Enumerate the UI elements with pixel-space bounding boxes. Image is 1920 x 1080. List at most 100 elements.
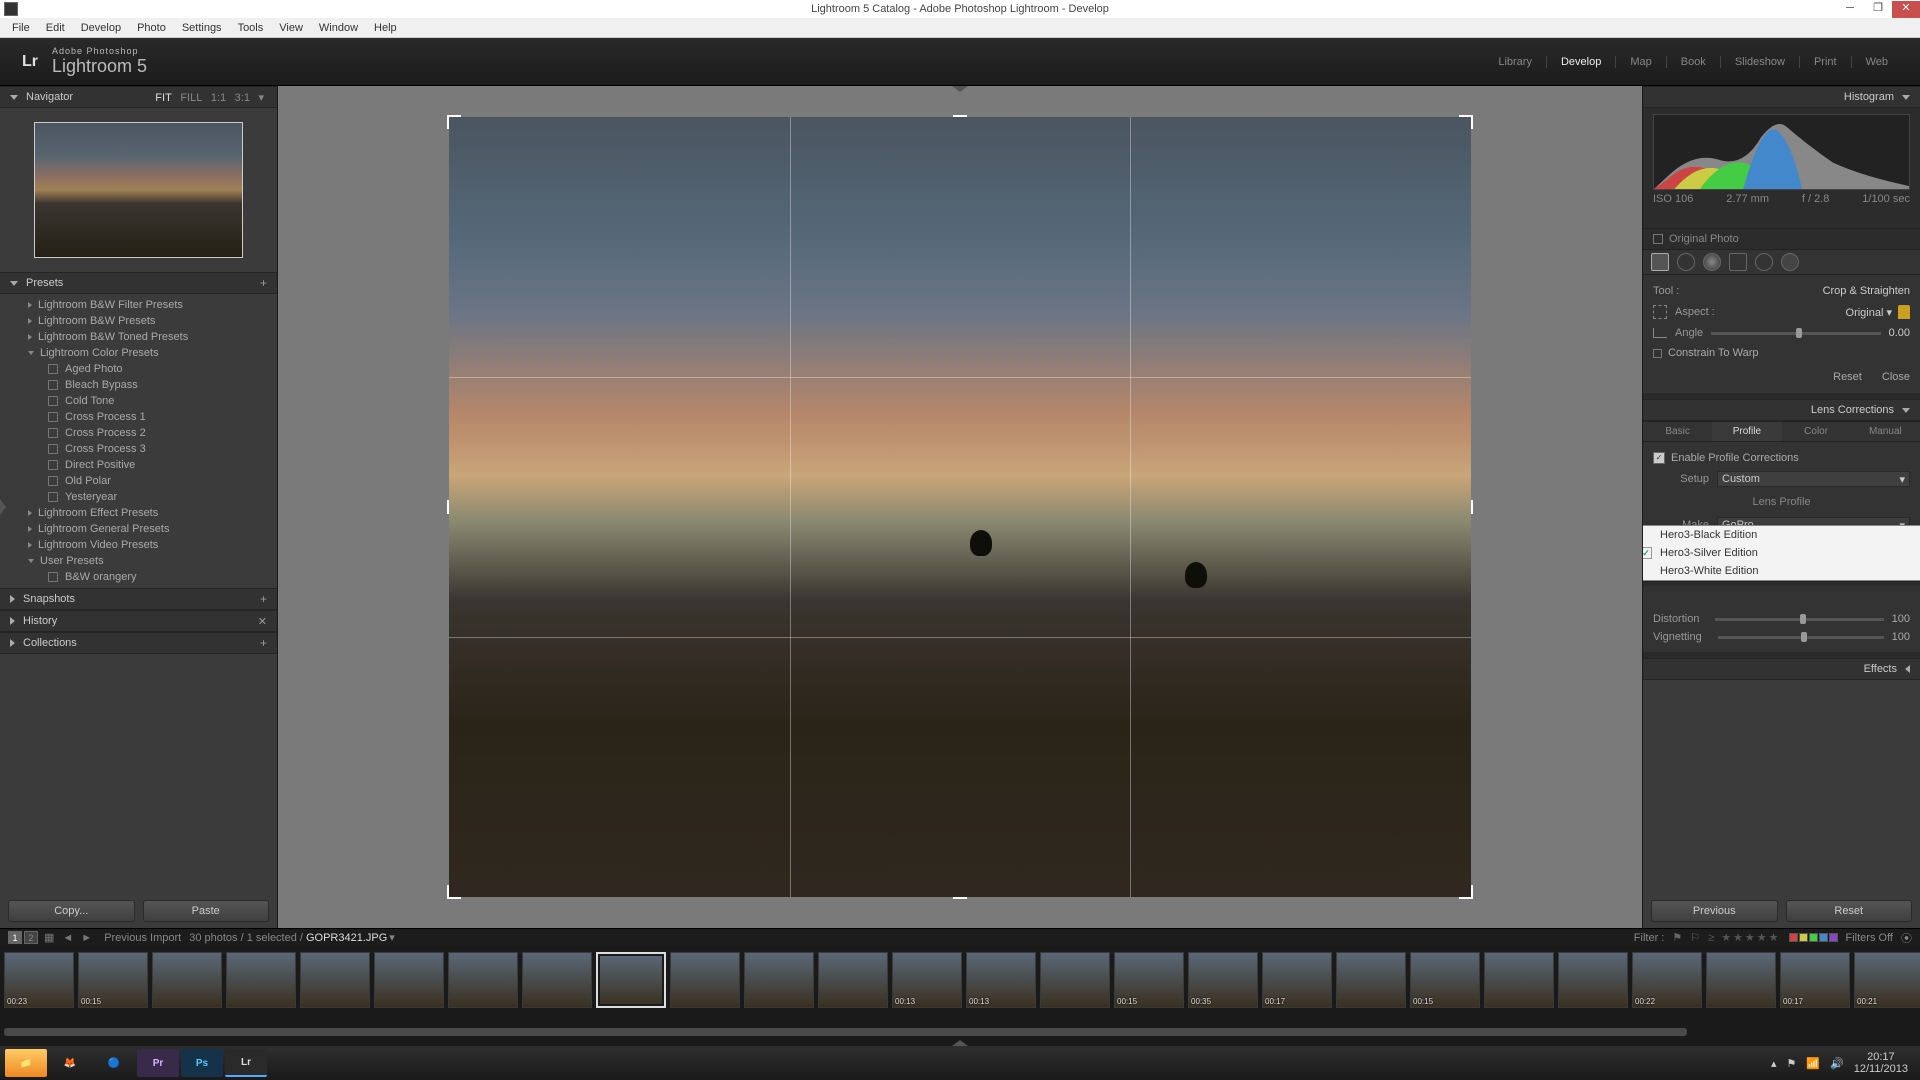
flag-picked-icon[interactable]: ⚑: [1672, 931, 1682, 944]
preset-item[interactable]: Cross Process 1: [0, 409, 277, 425]
module-print[interactable]: Print: [1799, 56, 1851, 68]
enable-profile-checkbox[interactable]: Enable Profile Corrections: [1653, 448, 1910, 468]
source-label[interactable]: Previous Import: [104, 932, 181, 944]
minimize-button[interactable]: ─: [1836, 1, 1864, 18]
filmstrip[interactable]: 00:2300:1500:1300:1300:1500:3500:1700:15…: [0, 946, 1920, 1028]
preset-item[interactable]: B&W orangery: [0, 569, 277, 585]
filmstrip-thumb[interactable]: [522, 952, 592, 1008]
constrain-checkbox[interactable]: [1653, 349, 1662, 358]
aspect-value[interactable]: Original ▾: [1846, 306, 1892, 319]
filmstrip-thumb[interactable]: [1706, 952, 1776, 1008]
clear-history-icon[interactable]: ✕: [258, 615, 267, 628]
filmstrip-thumb[interactable]: 00:13: [892, 952, 962, 1008]
preset-item[interactable]: Old Polar: [0, 473, 277, 489]
color-label[interactable]: [1829, 933, 1838, 942]
menu-edit[interactable]: Edit: [38, 22, 73, 34]
filmstrip-thumb[interactable]: [744, 952, 814, 1008]
preset-folder[interactable]: Lightroom B&W Filter Presets: [0, 297, 277, 313]
tray-expand-icon[interactable]: ▴: [1771, 1057, 1777, 1070]
dropdown-option[interactable]: Hero3-Black Edition: [1642, 526, 1920, 544]
star-filter[interactable]: ≥ ★★★★★: [1708, 931, 1780, 944]
top-panel-toggle-icon[interactable]: [952, 86, 968, 92]
filmstrip-thumb[interactable]: [374, 952, 444, 1008]
module-develop[interactable]: Develop: [1546, 56, 1615, 68]
menu-file[interactable]: File: [4, 22, 38, 34]
crop-close-button[interactable]: Close: [1882, 371, 1910, 383]
navigator-header[interactable]: Navigator FIT FILL 1:1 3:1 ▾: [0, 86, 277, 108]
filmstrip-scrollbar[interactable]: [0, 1028, 1920, 1038]
flag-rejected-icon[interactable]: ⚐: [1690, 931, 1700, 944]
histogram-graph[interactable]: [1653, 114, 1910, 190]
menu-photo[interactable]: Photo: [129, 22, 174, 34]
filmstrip-thumb[interactable]: 00:17: [1262, 952, 1332, 1008]
filmstrip-thumb[interactable]: 00:13: [966, 952, 1036, 1008]
filter-switch-icon[interactable]: ⦿: [1901, 930, 1912, 946]
preset-item[interactable]: Cross Process 3: [0, 441, 277, 457]
crop-handle-right[interactable]: [1471, 500, 1473, 514]
radial-filter-icon[interactable]: [1755, 253, 1773, 271]
filmstrip-thumb[interactable]: [1484, 952, 1554, 1008]
preset-item[interactable]: Cold Tone: [0, 393, 277, 409]
nav-forward-icon[interactable]: ►: [81, 932, 92, 944]
preset-item[interactable]: Bleach Bypass: [0, 377, 277, 393]
lock-icon[interactable]: [1898, 305, 1910, 319]
grid-view-icon[interactable]: ▦: [44, 931, 54, 944]
module-library[interactable]: Library: [1484, 56, 1546, 68]
filmstrip-thumb[interactable]: 00:15: [78, 952, 148, 1008]
module-map[interactable]: Map: [1615, 56, 1665, 68]
original-photo-checkbox[interactable]: Original Photo: [1643, 228, 1920, 249]
crop-handle-top[interactable]: [953, 115, 967, 117]
collections-header[interactable]: Collections +: [0, 632, 277, 654]
aspect-icon[interactable]: [1653, 305, 1667, 319]
snapshots-header[interactable]: Snapshots +: [0, 588, 277, 610]
preset-folder[interactable]: Lightroom General Presets: [0, 521, 277, 537]
canvas-area[interactable]: [278, 86, 1642, 928]
redeye-tool-icon[interactable]: [1703, 253, 1721, 271]
left-panel-toggle-icon[interactable]: [0, 499, 6, 515]
page-1[interactable]: 1: [8, 931, 22, 944]
zoom-dropdown-icon[interactable]: ▾: [258, 92, 264, 104]
adjustment-brush-icon[interactable]: [1781, 253, 1799, 271]
preset-folder[interactable]: Lightroom Color Presets: [0, 345, 277, 361]
dropdown-option[interactable]: Hero3-White Edition: [1642, 562, 1920, 580]
filmstrip-thumb[interactable]: [596, 952, 666, 1008]
effects-header[interactable]: Effects: [1643, 658, 1920, 680]
preset-folder[interactable]: User Presets: [0, 553, 277, 569]
preset-folder[interactable]: Lightroom Effect Presets: [0, 505, 277, 521]
filmstrip-thumb[interactable]: [448, 952, 518, 1008]
history-header[interactable]: History ✕: [0, 610, 277, 632]
copy-button[interactable]: Copy...: [8, 900, 135, 922]
crop-handle-left[interactable]: [447, 500, 449, 514]
taskbar-firefox-icon[interactable]: 🦊: [49, 1049, 91, 1077]
preset-folder[interactable]: Lightroom B&W Toned Presets: [0, 329, 277, 345]
taskbar-chrome-icon[interactable]: 🔵: [93, 1049, 135, 1077]
color-label[interactable]: [1819, 933, 1828, 942]
color-label[interactable]: [1799, 933, 1808, 942]
crop-overlay[interactable]: [449, 117, 1471, 897]
menu-help[interactable]: Help: [366, 22, 405, 34]
taskbar-photoshop-icon[interactable]: Ps: [181, 1049, 223, 1077]
zoom-1-1[interactable]: 1:1: [211, 92, 226, 104]
tray-flag-icon[interactable]: ⚑: [1786, 1057, 1796, 1070]
menu-tools[interactable]: Tools: [230, 22, 272, 34]
preset-folder[interactable]: Lightroom Video Presets: [0, 537, 277, 553]
spot-removal-icon[interactable]: [1677, 253, 1695, 271]
vignetting-slider[interactable]: [1718, 636, 1884, 639]
add-collection-icon[interactable]: +: [260, 636, 267, 650]
scrollbar-thumb[interactable]: [4, 1028, 1687, 1036]
module-web[interactable]: Web: [1851, 56, 1902, 68]
filmstrip-thumb[interactable]: 00:17: [1780, 952, 1850, 1008]
paste-button[interactable]: Paste: [143, 900, 270, 922]
angle-icon[interactable]: [1653, 328, 1667, 338]
add-snapshot-icon[interactable]: +: [260, 592, 267, 606]
filmstrip-thumb[interactable]: 00:15: [1114, 952, 1184, 1008]
preset-item[interactable]: Yesteryear: [0, 489, 277, 505]
previous-button[interactable]: Previous: [1651, 900, 1778, 922]
taskbar-lightroom-icon[interactable]: Lr: [225, 1049, 267, 1077]
crop-handle-br[interactable]: [1459, 885, 1473, 899]
lens-corrections-header[interactable]: Lens Corrections: [1643, 399, 1920, 421]
filmstrip-thumb[interactable]: [226, 952, 296, 1008]
close-button[interactable]: ✕: [1892, 1, 1920, 18]
histogram-header[interactable]: Histogram: [1643, 86, 1920, 108]
navigator-preview[interactable]: [0, 108, 277, 272]
